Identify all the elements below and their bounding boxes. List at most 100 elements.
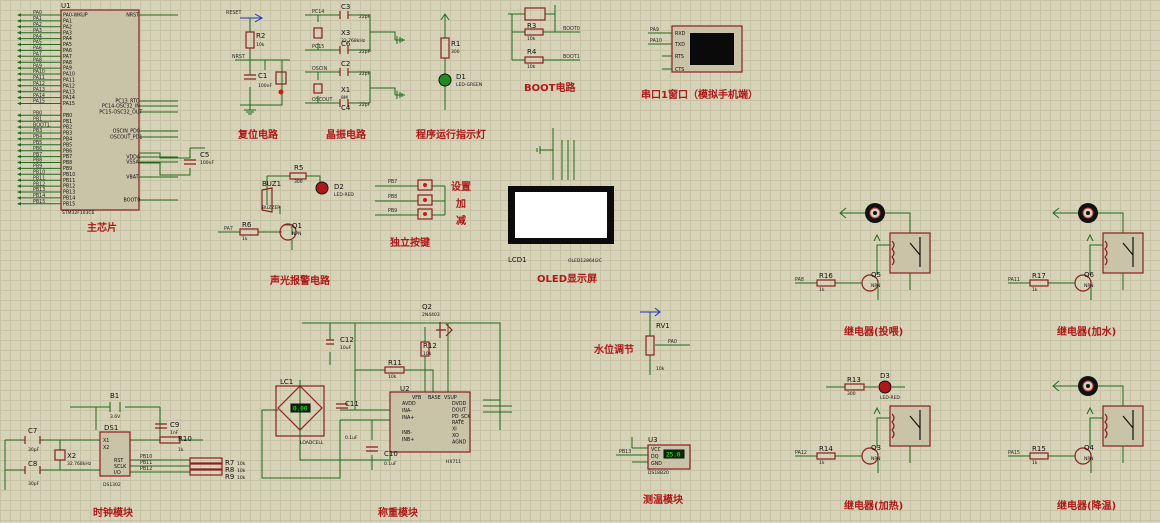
u3-pin-vcc: VCC bbox=[651, 447, 662, 453]
reset-switch-button[interactable] bbox=[278, 89, 284, 95]
x2-crystal bbox=[54, 449, 66, 461]
rv1-ref: RV1 bbox=[656, 322, 670, 330]
oled-display: LCD1 OLED12864I2C bbox=[508, 128, 614, 264]
mcu-pin-label: PB9 bbox=[63, 166, 72, 172]
r9-ref: R9 bbox=[225, 473, 234, 481]
mcu-pin-label: PB10 bbox=[63, 172, 75, 178]
c5-capacitor bbox=[184, 159, 196, 165]
u2-pin-label: INB- bbox=[402, 430, 412, 436]
q1-val: NPN bbox=[292, 231, 301, 237]
c4-val: 22pF bbox=[359, 102, 371, 108]
temp-circuit: 25.0 U3 DS18B20 VCC DQ GND PB13 bbox=[616, 436, 691, 476]
mcu-pin-label: PA10 bbox=[63, 72, 75, 78]
net-terminal-icon bbox=[17, 101, 21, 106]
net-terminal-icon bbox=[17, 89, 21, 94]
c9-ref: C9 bbox=[170, 421, 179, 429]
serial-terminal-screen[interactable] bbox=[690, 33, 734, 65]
relay-transistor-ref: Q4 bbox=[1084, 444, 1095, 452]
r2-resistor bbox=[245, 31, 255, 49]
probe-arrow-icon bbox=[240, 13, 264, 23]
mcu-pin-label: PA7 bbox=[63, 54, 72, 60]
c7-ref: C7 bbox=[28, 427, 37, 435]
r10-resistor bbox=[159, 436, 181, 444]
mcu-pin-label: PC14-OSC32_IN bbox=[102, 104, 140, 110]
net-terminal-icon bbox=[17, 60, 21, 64]
run-led-circuit: R1 300 D1 LED-GREEN bbox=[438, 13, 482, 110]
r11-ref: R11 bbox=[388, 359, 402, 367]
caption-relay-water: 继电器(加水) bbox=[1057, 325, 1116, 338]
ds1-pin-io: I/O bbox=[114, 470, 121, 476]
relay-resistor-val: 1k bbox=[1032, 460, 1038, 466]
x2-val: 32.768kHz bbox=[67, 461, 92, 467]
net-terminal-icon bbox=[17, 25, 21, 29]
ground-arrow-icon bbox=[1052, 380, 1078, 392]
relay-resistor-val: 1k bbox=[819, 460, 825, 466]
mcu-pin-label: PA11 bbox=[63, 78, 75, 84]
pb7-net: PB7 bbox=[388, 179, 397, 185]
relay-resistor-val: 1k bbox=[1032, 287, 1038, 293]
mcu-pin-label: NRST bbox=[126, 13, 139, 19]
mcu-pin-net: PB12 bbox=[33, 181, 45, 187]
mcu-pin-label: PB13 bbox=[63, 190, 75, 196]
caption-key-set: 设置 bbox=[451, 180, 471, 193]
net-terminal-icon bbox=[17, 30, 21, 35]
oled-screen[interactable] bbox=[515, 192, 607, 238]
relay-unit: R16 1k Q5 NPN PA8 bbox=[795, 203, 931, 300]
r4-val: 10k bbox=[527, 64, 536, 70]
rv1-potentiometer[interactable] bbox=[645, 335, 655, 356]
clock-circuit: B1 3.6V C7 30pF C8 30pF X2 32.768kHz C9 … bbox=[4, 392, 246, 490]
mcu-pin-net: PA1 bbox=[33, 16, 42, 22]
schematic-sheet: U1 STM32F103C6 PA0-WKUP PA0 PA1 PA1 PA2 PA2 PA… bbox=[0, 0, 1160, 523]
u3-pin-dq: DQ bbox=[651, 454, 659, 460]
mcu-pin-label: PB6 bbox=[63, 148, 72, 154]
relay-net: PA12 bbox=[795, 450, 807, 456]
boot-circuit: R3 10k R4 10k BOOT0 BOOT1 bbox=[508, 5, 580, 70]
caption-key-sub: 减 bbox=[456, 214, 466, 227]
loadcell-reading: 0.00 bbox=[293, 406, 308, 413]
boot-switch[interactable] bbox=[524, 7, 546, 21]
ds1-ref: DS1 bbox=[104, 424, 118, 432]
u3-ref: U3 bbox=[648, 436, 658, 444]
c6-val: 22pF bbox=[359, 49, 371, 55]
mcu-pin-net: PB8 bbox=[33, 158, 42, 164]
keys-circuit: PB7 PB8 PB9 bbox=[375, 179, 446, 220]
mcu-ref: U1 bbox=[61, 2, 71, 10]
mcu-pin-net: PB15 bbox=[33, 199, 45, 205]
relay-resistor-ref: R14 bbox=[819, 445, 833, 453]
caption-serial: 串口1窗口（模拟手机端） bbox=[641, 88, 758, 101]
mcu-part: STM32F103C6 bbox=[62, 210, 95, 216]
caption-alarm: 声光报警电路 bbox=[269, 274, 331, 287]
mcu-pin-net: PA8 bbox=[33, 57, 42, 63]
mcu-pin-label: PB7 bbox=[63, 154, 72, 160]
net-terminal-icon bbox=[17, 166, 21, 171]
mcu-pin-net: PA4 bbox=[33, 34, 42, 40]
relay-base-resistor bbox=[1029, 452, 1049, 460]
reset-switch[interactable] bbox=[275, 71, 287, 85]
schematic-canvas: U1 STM32F103C6 PA0-WKUPPA0PA1PA1PA2PA2PA… bbox=[4, 2, 1144, 519]
r13-resistor bbox=[844, 383, 865, 391]
q2-ref: Q2 bbox=[422, 303, 432, 311]
relay-net: PA15 bbox=[1008, 450, 1020, 456]
x1-crystal bbox=[313, 83, 323, 94]
mcu-pin-net: PA6 bbox=[33, 46, 42, 52]
relay-base-resistor bbox=[816, 452, 836, 460]
mcu-pin-net: PA13 bbox=[33, 87, 45, 93]
u2-pin-label: AVDD bbox=[402, 401, 416, 407]
u2-pin-label: DVDD bbox=[452, 401, 467, 407]
r2-ref: R2 bbox=[256, 32, 265, 40]
mcu-pin-label: PA0-WKUP bbox=[63, 13, 88, 19]
r2-val: 10k bbox=[256, 42, 265, 48]
x1-ref: X1 bbox=[341, 86, 350, 94]
u2-pin-label: INB+ bbox=[402, 437, 414, 443]
mcu-pin-label: PA9 bbox=[63, 66, 72, 72]
relay-base-resistor bbox=[816, 279, 836, 287]
u2-pin-label: RATE bbox=[452, 420, 464, 426]
caption-oled: OLED显示屏 bbox=[537, 273, 597, 285]
mcu-pin-label: PA6 bbox=[63, 48, 72, 54]
caption-temp: 测温模块 bbox=[643, 493, 684, 506]
c10-capacitor bbox=[366, 446, 378, 452]
d3-val: LED-RED bbox=[880, 395, 900, 401]
caption-relay-heat: 继电器(加热) bbox=[844, 499, 903, 512]
net-terminal-icon bbox=[17, 160, 21, 165]
d2-val: LED-RED bbox=[334, 192, 354, 198]
